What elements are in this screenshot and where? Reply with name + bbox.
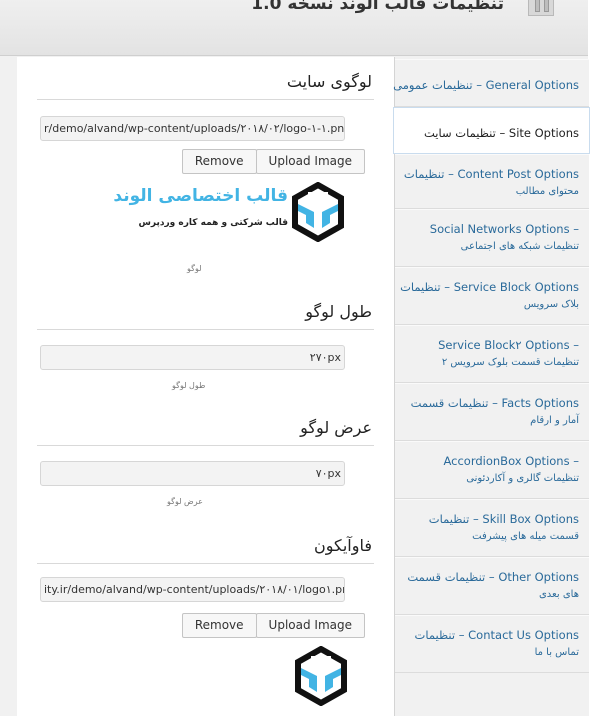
logo-length-input[interactable]: ۲۷۰px (40, 345, 345, 370)
page-header: تنظیمات قالب الوند نسخه 1.0 (0, 0, 588, 56)
tab-label: Site Options – تنظیمات سایت (423, 126, 579, 140)
tab-label: General Options – تنظیمات عمومی (393, 78, 579, 92)
remove-button[interactable]: Remove (181, 613, 257, 638)
sidebar-tab-general[interactable]: General Options – تنظیمات عمومی (393, 59, 589, 107)
sidebar-tab-contact-us[interactable]: Contact Us Options – تنظیمات تماس با ما (395, 615, 589, 673)
page-title: تنظیمات قالب الوند نسخه 1.0 (251, 0, 504, 14)
divider (37, 563, 374, 564)
tab-sublabel: محتوای مطالب (515, 186, 579, 197)
sidebar-tab-site[interactable]: Site Options – تنظیمات سایت (393, 107, 590, 154)
sidebar-tab-skill-box[interactable]: Skill Box Options – تنظیمات قسمت میله های… (395, 499, 589, 557)
alvand-cube-logo-icon (292, 182, 344, 242)
site-logo-url-input[interactable]: r/demo/alvand/wp-content/uploads/۲۰۱۸/۰۲… (40, 116, 345, 141)
site-logo-preview: قالب اختصاصی الوند قالب شرکتی و همه کاره… (113, 182, 352, 242)
section-title: طول لوگو (305, 302, 372, 321)
tab-label: – AccordionBox Options (443, 454, 579, 468)
logo-width-input[interactable]: ۷۰px (40, 461, 345, 486)
sidebar-tab-accordion-box[interactable]: – AccordionBox Options تنظیمات گالری و آک… (395, 441, 589, 499)
site-logo-buttons: Upload Image Remove (181, 149, 365, 174)
logo-brand-subtitle: قالب شرکتی و همه کاره وردپرس (138, 218, 288, 228)
tab-label: Contact Us Options – تنظیمات (414, 628, 579, 642)
sidebar-tab-service-block-2[interactable]: – Service Block۲ Options تنظیمات قسمت بلو… (395, 325, 589, 383)
logo-width-hint: عرض لوگو (167, 497, 203, 506)
left-gutter (0, 57, 17, 716)
tab-sublabel: تنظیمات قسمت بلوک سرویس ۲ (441, 357, 579, 368)
tab-sublabel: های بعدی (538, 589, 579, 600)
upload-image-button[interactable]: Upload Image (255, 149, 365, 174)
divider (37, 99, 374, 100)
favicon-url-input[interactable]: ity.ir/demo/alvand/wp-content/uploads/۲۰… (40, 577, 345, 602)
sidebar-tab-service-block[interactable]: Service Block Options – تنظیمات بلاک سروی… (395, 267, 589, 325)
theme-options-page: تنظیمات قالب الوند نسخه 1.0 لوگوی سایت r… (0, 0, 592, 716)
upload-image-button[interactable]: Upload Image (255, 613, 365, 638)
tab-label: Content Post Options – تنظیمات (403, 167, 579, 181)
tab-sublabel: قسمت میله های پیشرفت (472, 531, 579, 542)
sidebar-tab-other[interactable]: Other Options – تنظیمات قسمت های بعدی (395, 557, 589, 615)
logo-width-section: عرض لوگو (37, 415, 374, 446)
sidebar-tab-content-post[interactable]: Content Post Options – تنظیمات محتوای مطا… (395, 154, 589, 209)
sidebar-tab-facts[interactable]: Facts Options – تنظیمات قسمت آمار و ارقام (395, 383, 589, 441)
options-panel: لوگوی سایت r/demo/alvand/wp-content/uplo… (17, 57, 394, 716)
tab-sublabel: تنظیمات گالری و آکاردئونی (466, 473, 579, 484)
divider (37, 445, 374, 446)
settings-sliders-icon (528, 0, 554, 16)
section-title: لوگوی سایت (286, 72, 372, 91)
tab-sublabel: بلاک سرویس (523, 299, 579, 310)
divider (37, 329, 374, 330)
tab-label: – Social Networks Options (429, 222, 579, 236)
sidebar-tab-social-networks[interactable]: – Social Networks Options تنظیمات شبکه ها… (395, 209, 589, 267)
logo-brand-title: قالب اختصاصی الوند (113, 186, 288, 206)
tab-sublabel: تماس با ما (534, 647, 579, 658)
tab-label: Other Options – تنظیمات قسمت (407, 570, 579, 584)
tab-label: Facts Options – تنظیمات قسمت (410, 396, 579, 410)
section-title: فاوآیکون (314, 536, 372, 555)
logo-length-hint: طول لوگو (172, 381, 206, 390)
tab-label: – Service Block۲ Options (438, 338, 579, 352)
tab-sublabel: تنظیمات شبکه های اجتماعی (460, 241, 579, 252)
logo-length-section: طول لوگو (37, 299, 374, 330)
remove-button[interactable]: Remove (181, 149, 257, 174)
options-sidebar: General Options – تنظیمات عمومی Site Opti… (393, 57, 590, 716)
section-title: عرض لوگو (300, 418, 372, 437)
favicon-buttons: Upload Image Remove (181, 613, 365, 638)
tab-label: Skill Box Options – تنظیمات (428, 512, 579, 526)
sidebar-empty-area (395, 673, 589, 716)
favicon-preview-cube-icon (295, 646, 347, 706)
favicon-section: فاوآیکون (37, 533, 374, 564)
site-logo-hint: لوگو (187, 264, 202, 273)
tab-sublabel: آمار و ارقام (530, 415, 579, 426)
tab-label: Service Block Options – تنظیمات (400, 280, 579, 294)
site-logo-section: لوگوی سایت (37, 69, 374, 100)
